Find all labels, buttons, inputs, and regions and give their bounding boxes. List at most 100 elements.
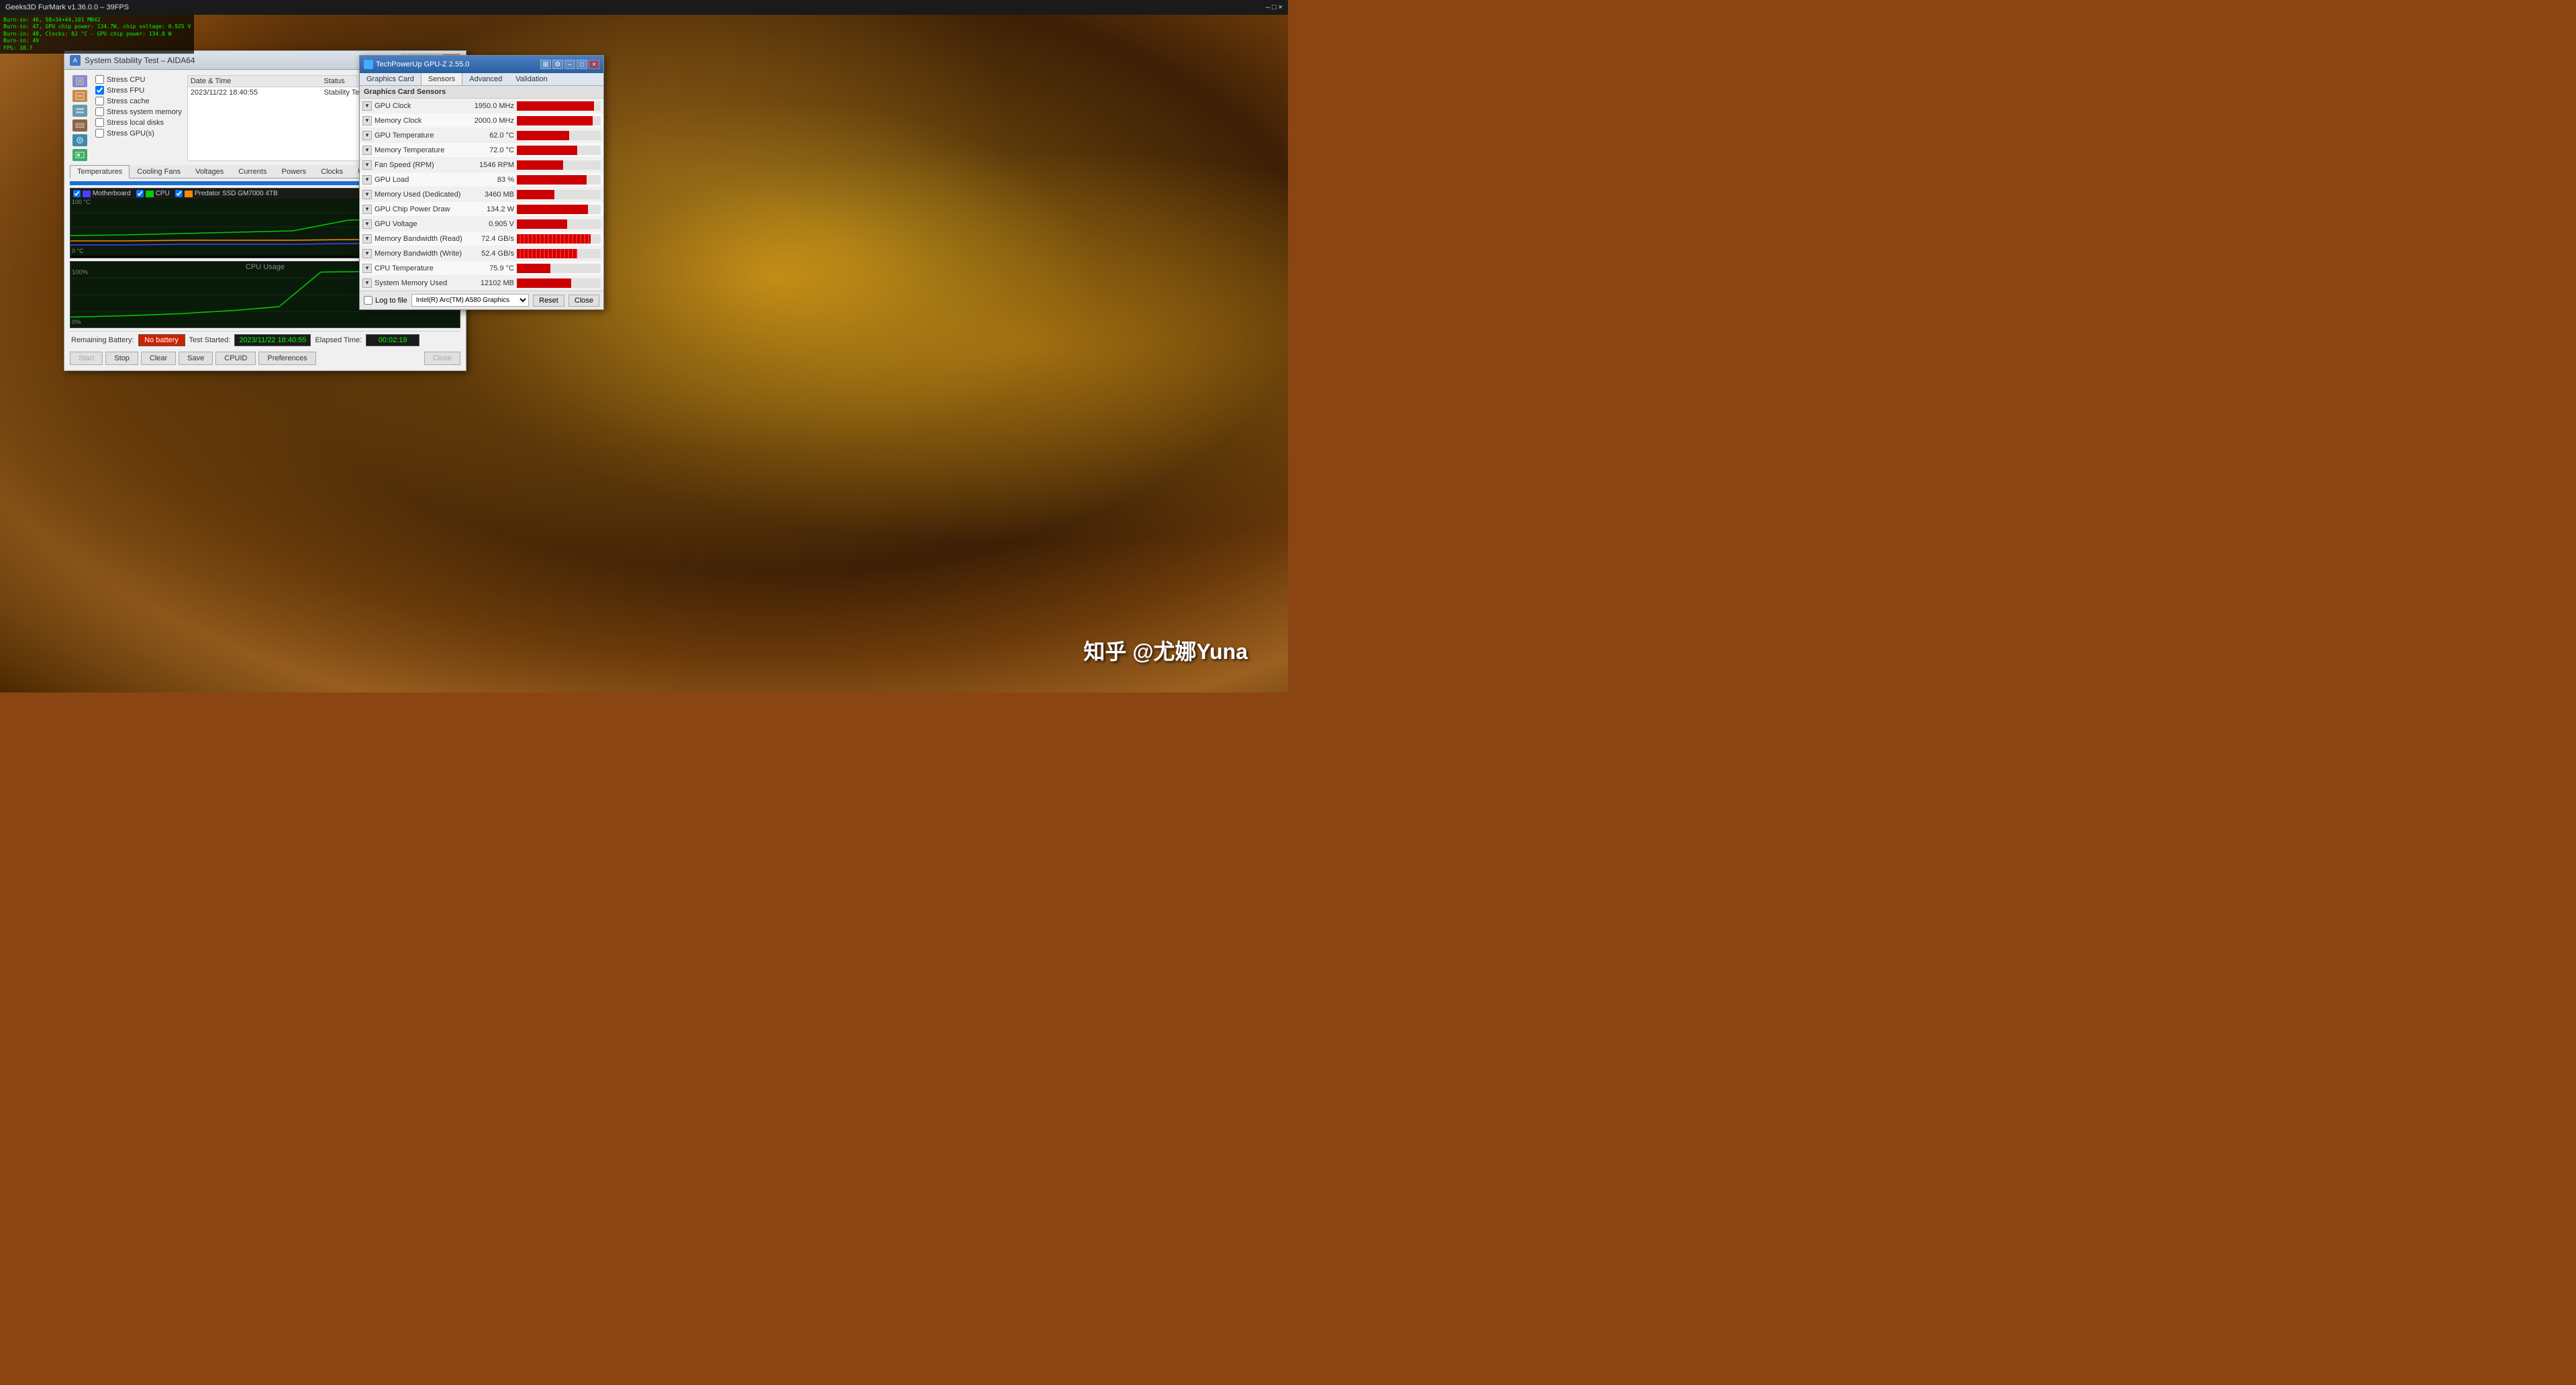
furmark-log-line2: Burn-in: 47, GPU chip power: 134.7W, chi… bbox=[3, 23, 191, 30]
sensor-gpu-clock-label: GPU Clock bbox=[375, 102, 411, 110]
tab-voltages[interactable]: Voltages bbox=[188, 165, 231, 178]
sensor-sys-mem-value: 12102 MB bbox=[470, 279, 517, 287]
stop-button[interactable]: Stop bbox=[105, 352, 138, 365]
tab-powers[interactable]: Powers bbox=[274, 165, 313, 178]
sensor-gpu-temp-label: GPU Temperature bbox=[375, 132, 434, 140]
sensor-mem-bw-read-bar-container bbox=[517, 234, 601, 244]
sensor-mem-bw-read-bar bbox=[517, 234, 591, 244]
preferences-button[interactable]: Preferences bbox=[258, 352, 315, 365]
sensor-fan-speed-bar bbox=[517, 160, 563, 170]
sensor-memory-clock-bar bbox=[517, 116, 593, 125]
gpuz-extra-btn2[interactable]: ⚙ bbox=[552, 60, 563, 69]
gpuz-bottom-bar: Log to file Intel(R) Arc(TM) A580 Graphi… bbox=[360, 291, 603, 309]
aida64-icon: A bbox=[70, 55, 81, 66]
sensor-power-draw-dropdown[interactable]: ▼ bbox=[362, 205, 372, 214]
sensor-gpu-load-label: GPU Load bbox=[375, 176, 409, 184]
legend-ssd-label: Predator SSD GM7000 4TB bbox=[195, 190, 278, 197]
sensor-mem-used-dropdown[interactable]: ▼ bbox=[362, 190, 372, 199]
stress-gpu-item: Stress GPU(s) bbox=[95, 129, 182, 138]
sensor-gpu-voltage-value: 0.905 V bbox=[470, 220, 517, 228]
stress-sysmem-checkbox[interactable] bbox=[95, 107, 104, 116]
gpuz-close-button2[interactable]: Close bbox=[568, 295, 599, 307]
sensor-gpu-temp-value: 62.0 °C bbox=[470, 132, 517, 140]
gpuz-reset-button[interactable]: Reset bbox=[533, 295, 564, 307]
legend-ssd-checkbox[interactable] bbox=[175, 190, 183, 197]
tab-cooling-fans[interactable]: Cooling Fans bbox=[130, 165, 188, 178]
sensor-mem-used-label: Memory Used (Dedicated) bbox=[375, 191, 460, 199]
sensor-gpu-clock-dropdown[interactable]: ▼ bbox=[362, 101, 372, 111]
gpuz-tab-validation[interactable]: Validation bbox=[509, 73, 554, 85]
sensor-mem-temp: ▼ Memory Temperature 72.0 °C bbox=[360, 143, 603, 158]
aida64-action-buttons: Start Stop Clear Save CPUID Preferences … bbox=[70, 352, 460, 365]
stress-cpu-checkbox[interactable] bbox=[95, 75, 104, 84]
gpu-icon bbox=[72, 149, 87, 161]
sensor-cpu-temp-value: 75.9 °C bbox=[470, 264, 517, 272]
aida64-title: System Stability Test – AIDA64 bbox=[85, 56, 401, 65]
legend-motherboard-checkbox[interactable] bbox=[73, 190, 81, 197]
sensors-list: ▼ GPU Clock 1950.0 MHz ▼ Memory Clock 20… bbox=[360, 99, 603, 291]
stress-disk-checkbox[interactable] bbox=[95, 118, 104, 127]
cpu-chart-title: CPU Usage bbox=[246, 263, 285, 271]
stress-cache-checkbox[interactable] bbox=[95, 97, 104, 105]
sensor-gpu-clock: ▼ GPU Clock 1950.0 MHz bbox=[360, 99, 603, 113]
furmark-log-line1: Burn-in: 46, 58=34+44,101 MB42 bbox=[3, 17, 191, 23]
gpuz-tab-sensors[interactable]: Sensors bbox=[421, 73, 462, 85]
legend-motherboard: Motherboard bbox=[73, 190, 131, 197]
sensor-mem-temp-bar-container bbox=[517, 146, 601, 155]
sensor-mem-bw-read-value: 72.4 GB/s bbox=[470, 235, 517, 243]
sensor-power-draw-bar-container bbox=[517, 205, 601, 214]
tab-temperatures[interactable]: Temperatures bbox=[70, 165, 130, 178]
sensor-gpu-clock-bar bbox=[517, 101, 594, 111]
sensor-cpu-temp-bar bbox=[517, 264, 550, 273]
stress-cache-item: Stress cache bbox=[95, 97, 182, 105]
tab-clocks[interactable]: Clocks bbox=[313, 165, 350, 178]
status-col-datetime: Date & Time bbox=[191, 77, 324, 85]
sensor-mem-bw-write-dropdown[interactable]: ▼ bbox=[362, 249, 372, 258]
disk-icon bbox=[72, 134, 87, 146]
sensor-gpu-voltage-dropdown[interactable]: ▼ bbox=[362, 219, 372, 229]
sensor-cpu-temp-bar-container bbox=[517, 264, 601, 273]
sensor-gpu-temp-bar-container bbox=[517, 131, 601, 140]
log-to-file-checkbox[interactable] bbox=[364, 296, 373, 305]
sensor-gpu-load-dropdown[interactable]: ▼ bbox=[362, 175, 372, 185]
watermark: 知乎 @尤娜Yuna bbox=[1083, 635, 1248, 666]
sensor-power-draw-bar bbox=[517, 205, 588, 214]
gpuz-close-button[interactable]: × bbox=[589, 60, 599, 69]
sensor-memory-clock-label: Memory Clock bbox=[375, 117, 422, 125]
sensor-mem-bw-write-bar-container bbox=[517, 249, 601, 258]
sensor-mem-bw-read: ▼ Memory Bandwidth (Read) 72.4 GB/s bbox=[360, 232, 603, 246]
sensor-mem-temp-dropdown[interactable]: ▼ bbox=[362, 146, 372, 155]
sensor-gpu-temp-dropdown[interactable]: ▼ bbox=[362, 131, 372, 140]
cpu-icon bbox=[72, 75, 87, 87]
legend-cpu-checkbox[interactable] bbox=[136, 190, 144, 197]
sensor-cpu-temp-dropdown[interactable]: ▼ bbox=[362, 264, 372, 273]
gpuz-tab-graphics-card[interactable]: Graphics Card bbox=[360, 73, 421, 85]
legend-cpu: CPU bbox=[136, 190, 170, 197]
sensor-memory-clock-dropdown[interactable]: ▼ bbox=[362, 116, 372, 125]
gpuz-maximize-button[interactable]: □ bbox=[577, 60, 587, 69]
stress-sysmem-label: Stress system memory bbox=[107, 108, 182, 116]
legend-motherboard-label: Motherboard bbox=[93, 190, 131, 197]
sensor-fan-speed-dropdown[interactable]: ▼ bbox=[362, 160, 372, 170]
stress-fpu-checkbox[interactable] bbox=[95, 86, 104, 95]
cpuid-button[interactable]: CPUID bbox=[215, 352, 256, 365]
close-button[interactable]: Close bbox=[424, 352, 460, 365]
stress-disk-label: Stress local disks bbox=[107, 119, 164, 127]
gpuz-minimize-button[interactable]: – bbox=[564, 60, 575, 69]
sensor-sys-mem-dropdown[interactable]: ▼ bbox=[362, 278, 372, 288]
clear-button[interactable]: Clear bbox=[141, 352, 176, 365]
sensor-gpu-clock-bar-container bbox=[517, 101, 601, 111]
save-button[interactable]: Save bbox=[179, 352, 213, 365]
sensor-mem-bw-read-dropdown[interactable]: ▼ bbox=[362, 234, 372, 244]
tab-currents[interactable]: Currents bbox=[231, 165, 274, 178]
gpuz-extra-btn1[interactable]: ⊞ bbox=[540, 60, 551, 69]
device-select[interactable]: Intel(R) Arc(TM) A580 Graphics bbox=[411, 294, 529, 307]
sensor-fan-speed-bar-container bbox=[517, 160, 601, 170]
start-button[interactable]: Start bbox=[70, 352, 103, 365]
stress-gpu-label: Stress GPU(s) bbox=[107, 130, 154, 138]
sensor-sys-mem: ▼ System Memory Used 12102 MB bbox=[360, 276, 603, 291]
gpuz-tab-advanced[interactable]: Advanced bbox=[462, 73, 509, 85]
stress-gpu-checkbox[interactable] bbox=[95, 129, 104, 138]
sensor-mem-temp-bar bbox=[517, 146, 577, 155]
elapsed-value: 00:02:19 bbox=[366, 334, 419, 346]
